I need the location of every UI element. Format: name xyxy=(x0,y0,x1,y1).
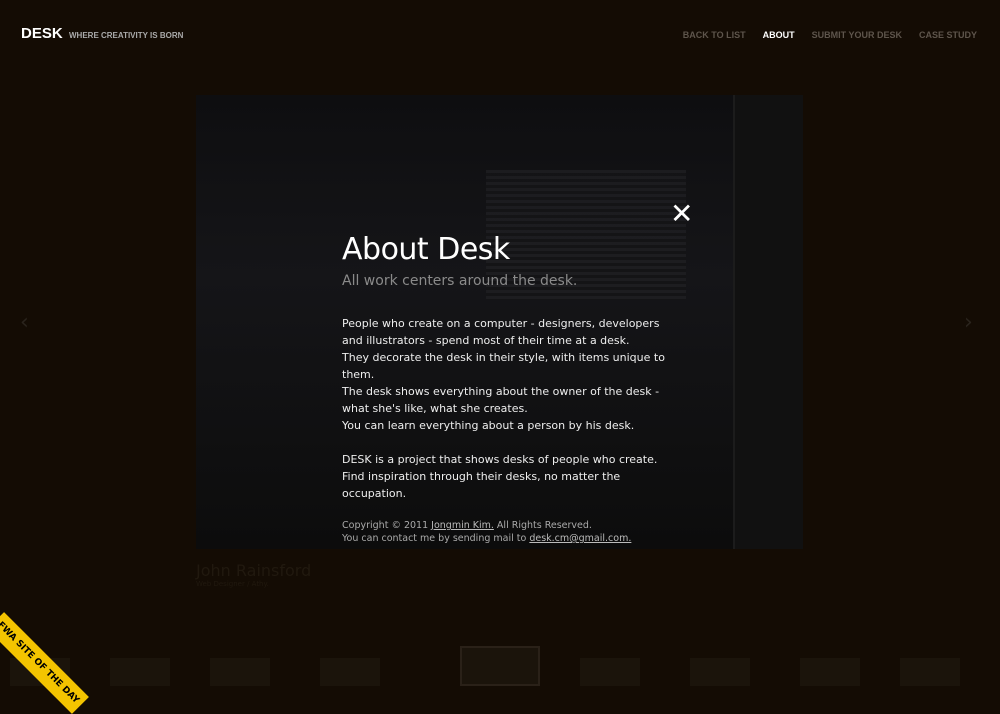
next-arrow-icon[interactable]: › xyxy=(964,310,973,335)
header: DESK WHERE CREATIVITY IS BORN BACK TO LI… xyxy=(0,0,1000,70)
nav-about[interactable]: ABOUT xyxy=(763,30,795,40)
contact-text: You can contact me by sending mail to xyxy=(342,533,530,544)
line: People who create on a computer - design… xyxy=(342,317,660,347)
thumbnail[interactable] xyxy=(110,658,170,686)
modal-body: People who create on a computer - design… xyxy=(342,315,672,502)
modal-subtitle: All work centers around the desk. xyxy=(342,273,578,289)
line: The desk shows everything about the owne… xyxy=(342,385,660,415)
paragraph-1: People who create on a computer - design… xyxy=(342,315,672,434)
email-link[interactable]: desk.cm@gmail.com. xyxy=(529,533,631,544)
thumbnail-active[interactable] xyxy=(460,646,540,686)
desk-thumbnails xyxy=(0,611,1000,691)
line: Find inspiration through their desks, no… xyxy=(342,470,621,500)
nav-submit-your-desk[interactable]: SUBMIT YOUR DESK xyxy=(812,30,902,40)
thumbnail[interactable] xyxy=(900,658,960,686)
copyright-text: Copyright © 2011 xyxy=(342,520,432,531)
copyright: Copyright © 2011 Jongmin Kim. All Rights… xyxy=(342,519,672,545)
thumbnail[interactable] xyxy=(210,658,270,686)
thumbnail[interactable] xyxy=(800,658,860,686)
copyright-text: All Rights Reserved. xyxy=(493,520,592,531)
person-name: John Rainsford xyxy=(196,561,312,580)
main-nav: BACK TO LIST ABOUT SUBMIT YOUR DESK CASE… xyxy=(683,30,977,40)
nav-back-to-list[interactable]: BACK TO LIST xyxy=(683,30,746,40)
prev-arrow-icon[interactable]: ‹ xyxy=(20,310,29,335)
thumbnail[interactable] xyxy=(690,658,750,686)
tagline: WHERE CREATIVITY IS BORN xyxy=(69,31,184,40)
paragraph-2: DESK is a project that shows desks of pe… xyxy=(342,451,672,502)
person-role: Web Designer / Athy. xyxy=(196,580,269,588)
close-icon[interactable]: ✕ xyxy=(670,200,693,228)
thumbnail[interactable] xyxy=(580,658,640,686)
line: DESK is a project that shows desks of pe… xyxy=(342,453,658,466)
thumbnail[interactable] xyxy=(320,658,380,686)
author-link[interactable]: Jongmin Kim. xyxy=(431,520,494,531)
line: They decorate the desk in their style, w… xyxy=(342,351,665,381)
bookshelf xyxy=(733,95,803,549)
logo[interactable]: DESK xyxy=(21,25,63,42)
nav-case-study[interactable]: CASE STUDY xyxy=(919,30,977,40)
line: You can learn everything about a person … xyxy=(342,419,635,432)
modal-title: About Desk xyxy=(342,232,510,267)
about-modal: About Desk All work centers around the d… xyxy=(342,232,672,545)
